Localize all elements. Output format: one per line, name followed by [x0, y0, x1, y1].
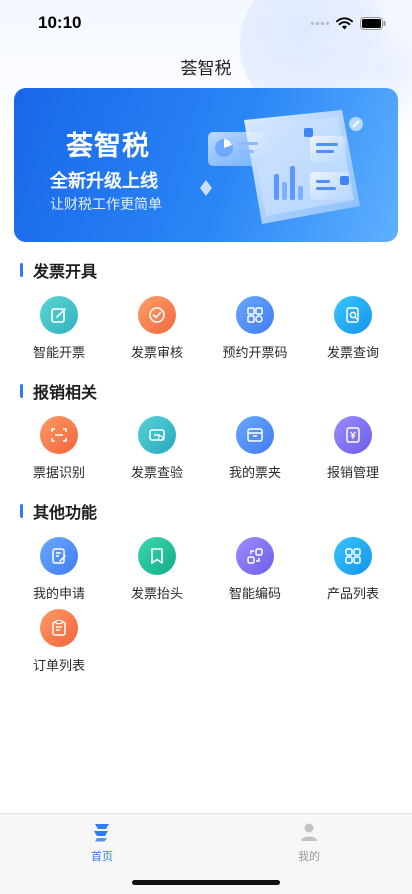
home-indicator	[132, 880, 280, 885]
wifi-icon	[336, 16, 353, 29]
tab-label: 首页	[91, 850, 113, 863]
folder-icon	[236, 416, 274, 454]
section-title: 其他功能	[33, 503, 98, 522]
dashboard-illustration-icon	[200, 110, 363, 224]
page-title: 荟智税	[180, 59, 232, 79]
section-title: 报销相关	[33, 383, 98, 402]
grid-label: 发票查验	[130, 466, 183, 481]
banner-subtitle: 全新升级上线	[50, 171, 158, 192]
grid-item-smart-invoicing[interactable]: 智能开票	[14, 296, 104, 361]
banner-title: 荟智税	[66, 131, 150, 162]
section-header-invoice: 发票开具	[20, 258, 97, 282]
ticket-check-icon	[138, 416, 176, 454]
grid-label: 订单列表	[32, 659, 85, 674]
grid-label: 我的申请	[32, 587, 85, 602]
search-document-icon	[334, 296, 372, 334]
grid-item-invoice-verify[interactable]: 发票查验	[112, 416, 202, 481]
yuan-icon	[334, 416, 372, 454]
grid-label: 产品列表	[326, 587, 379, 602]
grid-item-invoice-query[interactable]: 发票查询	[308, 296, 398, 361]
clipboard-icon	[40, 609, 78, 647]
grid-label: 发票抬头	[130, 587, 183, 602]
grid-item-receipt-recognition[interactable]: 票据识别	[14, 416, 104, 481]
signal-icon	[311, 21, 329, 25]
application-icon	[40, 537, 78, 575]
section-bar	[20, 263, 23, 277]
status-time: 10:10	[38, 13, 82, 32]
section-header-other: 其他功能	[20, 499, 97, 523]
grid-item-order-list[interactable]: 订单列表	[14, 609, 104, 674]
grid-label: 发票审核	[130, 346, 183, 361]
promo-banner[interactable]: 荟智税 全新升级上线 让财税工作更简单	[14, 88, 398, 242]
grid-item-product-list[interactable]: 产品列表	[308, 537, 398, 602]
section-title: 发票开具	[33, 262, 98, 281]
battery-icon	[360, 16, 386, 30]
grid-label: 发票查询	[326, 346, 379, 361]
scan-icon	[40, 416, 78, 454]
grid-icon	[334, 537, 372, 575]
section-bar	[20, 384, 23, 398]
user-icon	[301, 823, 317, 841]
grid-item-reimburse-management[interactable]: 报销管理	[308, 416, 398, 481]
grid-label: 我的票夹	[228, 466, 281, 481]
section-header-reimburse: 报销相关	[20, 379, 97, 403]
grid-item-my-application[interactable]: 我的申请	[14, 537, 104, 602]
grid-item-smart-coding[interactable]: 智能编码	[210, 537, 300, 602]
tab-mine[interactable]: 我的	[269, 822, 349, 864]
tab-home[interactable]: 首页	[62, 822, 142, 864]
status-bar: 10:10	[0, 0, 412, 46]
grid-item-my-ticket-folder[interactable]: 我的票夹	[210, 416, 300, 481]
grid-label: 票据识别	[32, 466, 85, 481]
tab-label: 我的	[298, 850, 320, 863]
edit-icon	[40, 296, 78, 334]
grid-item-invoice-header[interactable]: 发票抬头	[112, 537, 202, 602]
qrcode-icon	[236, 296, 274, 334]
grid-label: 报销管理	[326, 466, 379, 481]
home-logo-icon	[94, 824, 109, 842]
grid-label: 预约开票码	[222, 346, 288, 361]
banner-tagline: 让财税工作更简单	[50, 197, 162, 213]
status-icons	[311, 16, 386, 30]
grid-item-reservation-code[interactable]: 预约开票码	[210, 296, 300, 361]
grid-label: 智能开票	[32, 346, 85, 361]
check-circle-icon	[138, 296, 176, 334]
bookmark-icon	[138, 537, 176, 575]
grid-item-invoice-review[interactable]: 发票审核	[112, 296, 202, 361]
code-icon	[236, 537, 274, 575]
section-bar	[20, 504, 23, 518]
grid-label: 智能编码	[228, 587, 281, 602]
